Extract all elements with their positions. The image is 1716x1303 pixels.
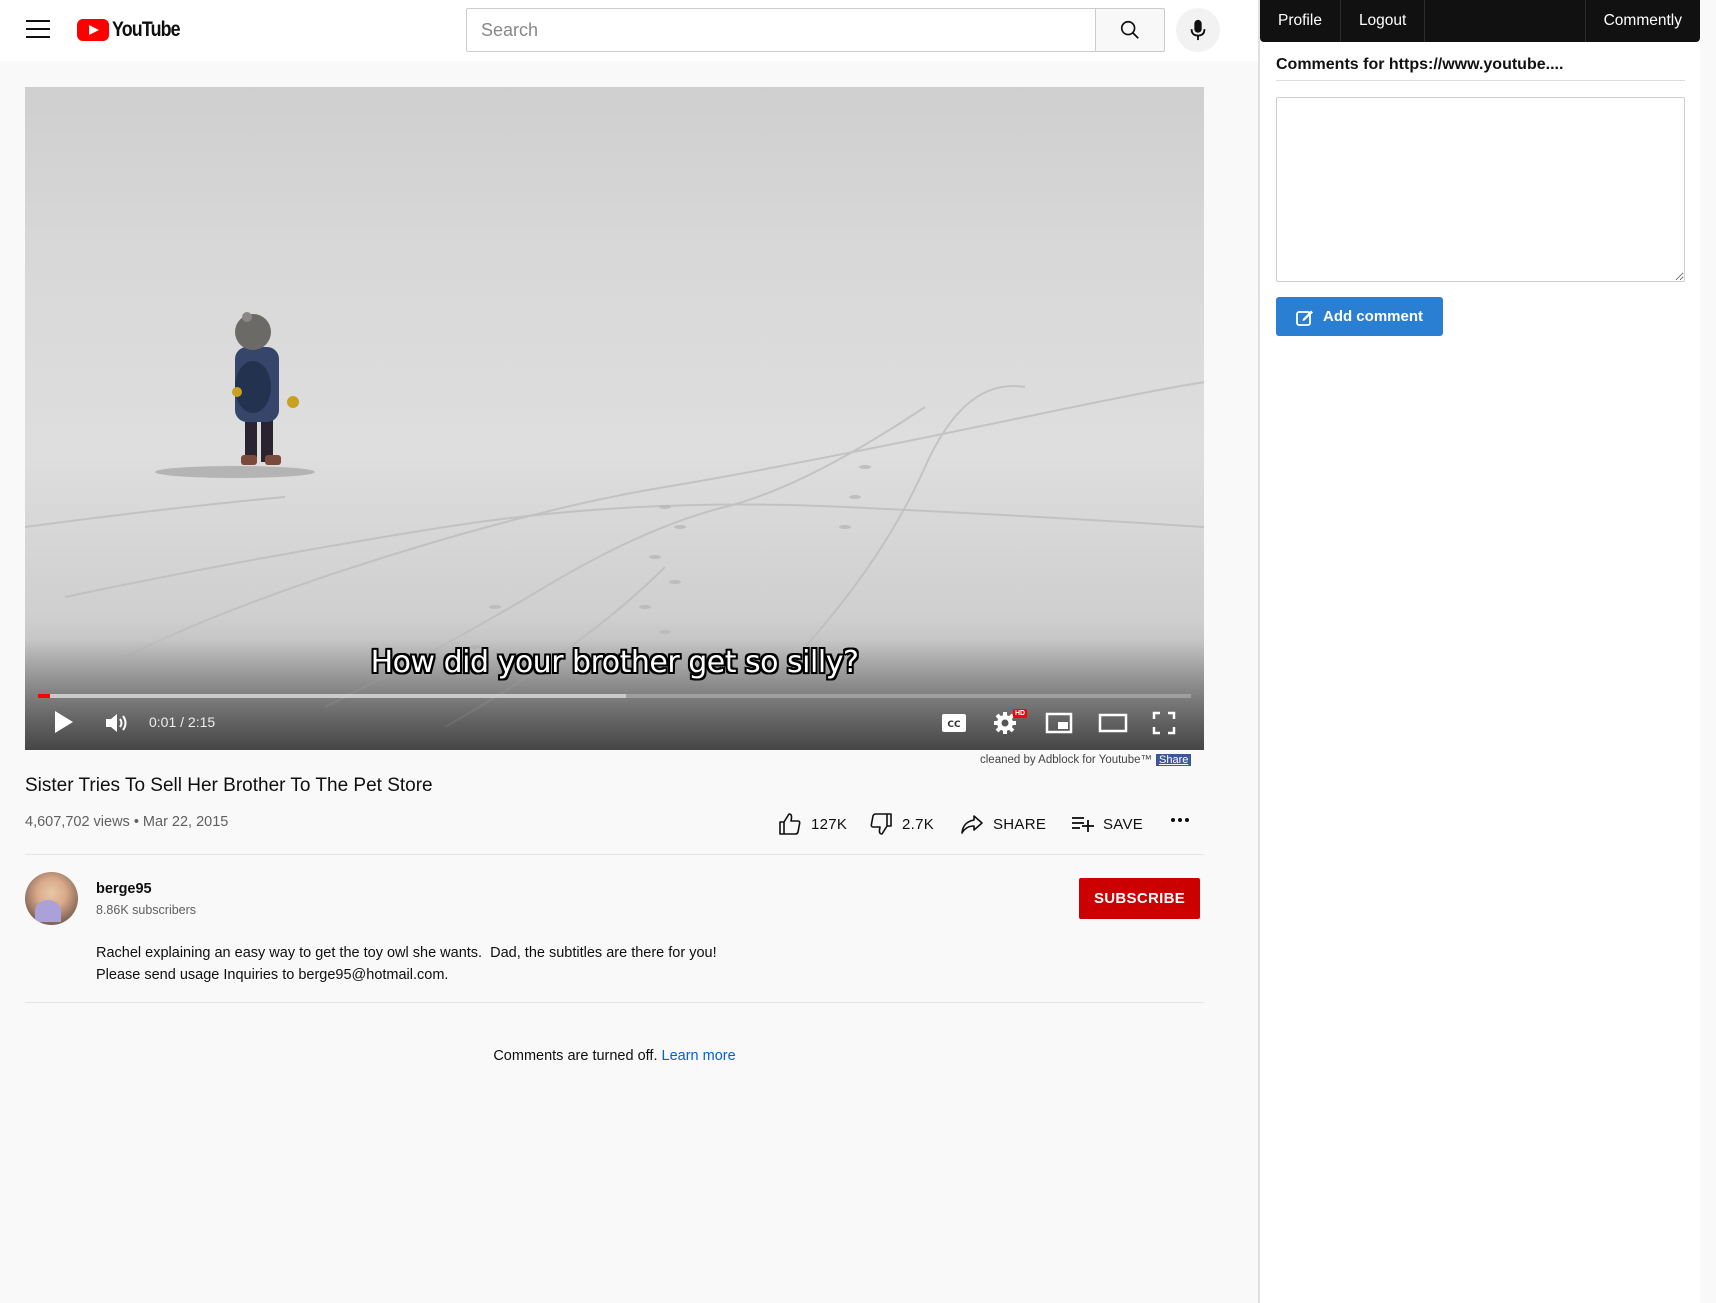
subscribe-button[interactable]: SUBSCRIBE	[1079, 878, 1200, 919]
save-button[interactable]: SAVE	[1070, 812, 1143, 836]
commently-brand[interactable]: Commently	[1584, 0, 1700, 42]
progress-buffered	[38, 694, 627, 698]
like-button[interactable]: 127K	[778, 812, 847, 836]
child-figure	[155, 312, 315, 478]
commently-navbar: Profile Logout Commently	[1260, 0, 1700, 42]
search-icon	[1120, 20, 1139, 39]
description-line: Please send usage Inquiries to berge95@h…	[96, 967, 449, 983]
thumbs-down-icon	[870, 813, 892, 835]
microphone-icon	[1190, 19, 1206, 41]
time-display: 0:01 / 2:15	[149, 714, 216, 730]
video-title: Sister Tries To Sell Her Brother To The …	[25, 775, 433, 796]
progress-bar[interactable]	[38, 694, 1191, 698]
comments-heading: Comments for https://www.youtube....	[1276, 56, 1685, 81]
search-button[interactable]	[1095, 8, 1165, 52]
youtube-play-logo-icon	[77, 19, 109, 41]
adblock-text: cleaned by Adblock for Youtube™	[980, 754, 1152, 766]
dislike-button[interactable]: 2.7K	[869, 812, 934, 836]
edit-icon	[1296, 310, 1313, 326]
subtitles-icon[interactable]: CC	[941, 713, 967, 733]
comments-disabled-notice: Comments are turned off. Learn more	[0, 1048, 1229, 1064]
nav-logout[interactable]: Logout	[1341, 0, 1426, 42]
search-input[interactable]	[466, 8, 1096, 52]
divider	[25, 854, 1204, 855]
commently-panel: Profile Logout Commently Comments for ht…	[1258, 0, 1700, 1303]
comments-off-text: Comments are turned off.	[493, 1048, 658, 1064]
channel-avatar[interactable]	[25, 872, 78, 925]
youtube-logo-text: YouTube	[112, 18, 181, 41]
masthead: YouTube	[0, 0, 1258, 61]
hd-badge: HD	[1013, 709, 1028, 718]
miniplayer-icon[interactable]	[1045, 711, 1073, 735]
description-line: Rachel explaining an easy way to get the…	[96, 945, 717, 961]
share-label: SHARE	[993, 815, 1047, 833]
comment-textarea[interactable]	[1276, 97, 1685, 282]
thumbs-up-icon	[779, 813, 801, 835]
playlist-add-icon	[1072, 817, 1094, 832]
youtube-logo[interactable]: YouTube	[77, 18, 192, 42]
share-button[interactable]: SHARE	[960, 812, 1046, 836]
nav-profile[interactable]: Profile	[1260, 0, 1341, 42]
divider	[25, 1002, 1204, 1003]
share-arrow-icon	[961, 815, 983, 834]
dislike-count: 2.7K	[902, 815, 935, 833]
volume-icon[interactable]	[104, 711, 130, 735]
fullscreen-icon[interactable]	[1152, 711, 1176, 735]
video-player[interactable]: How did your brother get so silly? 0:01 …	[25, 87, 1204, 750]
adblock-share-link[interactable]: Share	[1156, 754, 1192, 766]
progress-played	[38, 694, 50, 698]
svg-text:CC: CC	[947, 720, 961, 730]
subtitle-caption: How did your brother get so silly?	[370, 645, 859, 680]
add-comment-button[interactable]: Add comment	[1276, 297, 1443, 336]
menu-icon[interactable]	[26, 20, 50, 40]
learn-more-link[interactable]: Learn more	[662, 1048, 736, 1064]
adblock-notice: cleaned by Adblock for Youtube™ Share	[980, 754, 1192, 766]
like-count: 127K	[811, 815, 848, 833]
play-icon[interactable]	[52, 709, 76, 735]
more-actions-icon[interactable]	[1171, 818, 1189, 822]
theater-mode-icon[interactable]	[1098, 712, 1128, 734]
view-count-date: 4,607,702 views • Mar 22, 2015	[25, 814, 229, 830]
save-label: SAVE	[1103, 815, 1144, 833]
voice-search-button[interactable]	[1176, 8, 1220, 52]
channel-name[interactable]: berge95	[96, 881, 152, 897]
video-description: Rachel explaining an easy way to get the…	[96, 942, 717, 986]
add-comment-label: Add comment	[1322, 308, 1423, 325]
subscriber-count: 8.86K subscribers	[96, 903, 197, 917]
